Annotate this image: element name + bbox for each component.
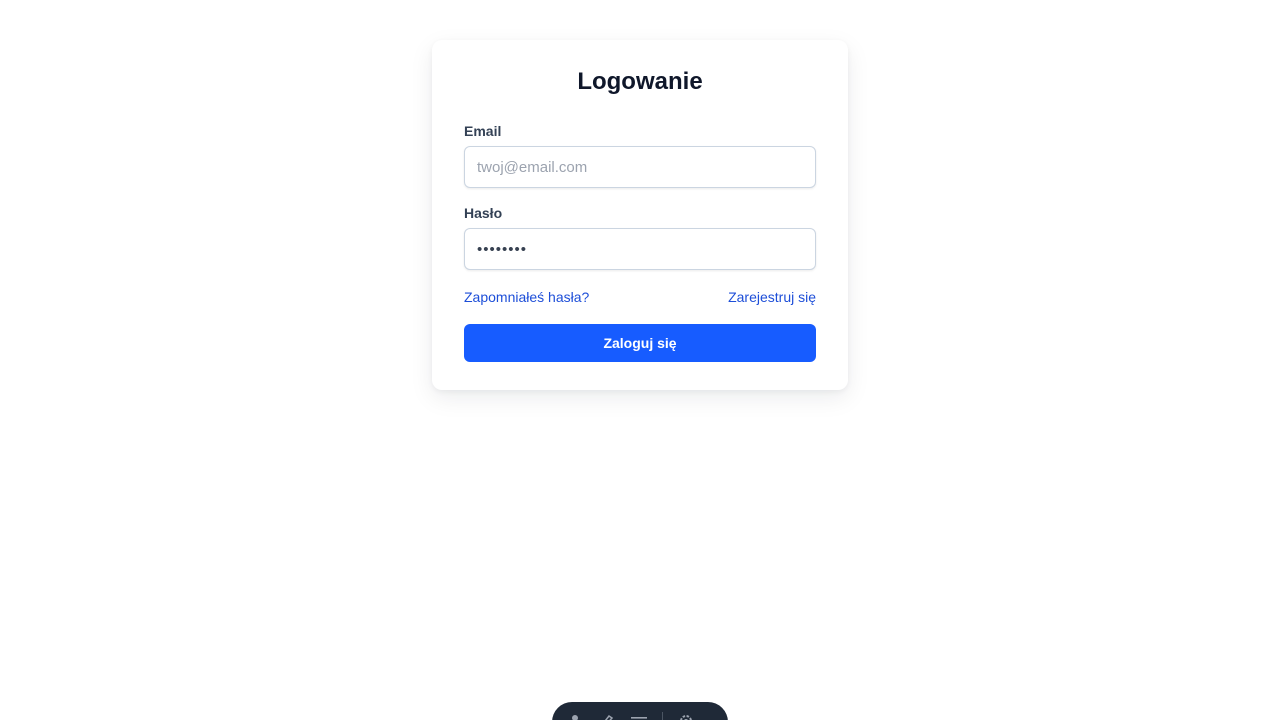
page: Logowanie Email Hasło Zapomniałeś hasła?… (0, 0, 1280, 720)
email-label: Email (464, 123, 502, 139)
password-field-group: Hasło (464, 204, 816, 270)
login-card: Logowanie Email Hasło Zapomniałeś hasła?… (432, 40, 848, 390)
email-field-group: Email (464, 122, 816, 188)
bottom-dock (552, 702, 728, 720)
email-input[interactable] (464, 146, 816, 188)
user-icon[interactable] (566, 713, 584, 720)
dock-divider (662, 712, 663, 720)
auth-links-row: Zapomniałeś hasła? Zarejestruj się (464, 288, 816, 306)
menu-icon[interactable] (630, 713, 648, 720)
gear-icon[interactable] (677, 713, 695, 720)
login-button[interactable]: Zaloguj się (464, 324, 816, 362)
page-title: Logowanie (577, 68, 703, 95)
brush-icon[interactable] (598, 713, 616, 720)
forgot-password-link[interactable]: Zapomniałeś hasła? (464, 288, 589, 306)
password-label: Hasło (464, 205, 503, 221)
password-input[interactable] (464, 228, 816, 270)
register-link[interactable]: Zarejestruj się (728, 288, 816, 306)
